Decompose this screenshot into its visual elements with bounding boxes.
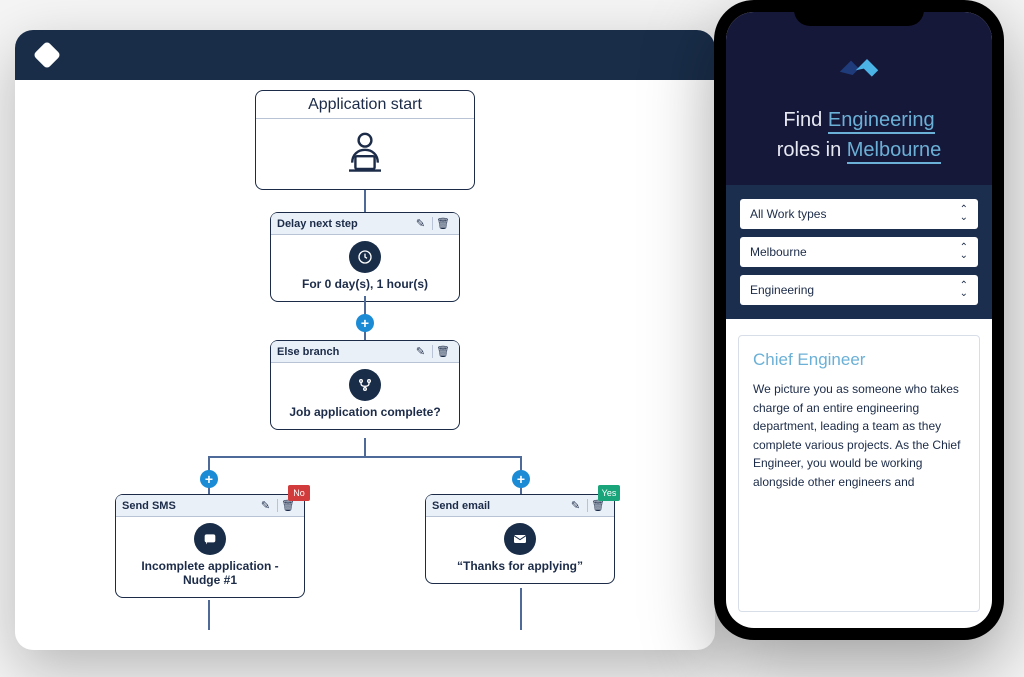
add-step-button[interactable]: + <box>512 470 530 488</box>
email-icon <box>504 523 536 555</box>
job-description: We picture you as someone who takes char… <box>753 380 965 492</box>
hero-highlight-2[interactable]: Melbourne <box>847 139 942 164</box>
job-card[interactable]: Chief Engineer We picture you as someone… <box>738 335 980 612</box>
branch-badge-yes: Yes <box>598 485 620 501</box>
sms-icon <box>194 523 226 555</box>
edit-icon[interactable]: ✎ <box>568 499 583 512</box>
edit-icon[interactable]: ✎ <box>258 499 273 512</box>
delete-icon[interactable]: 🗑 <box>432 345 453 358</box>
node-header: Send email ✎ 🗑 <box>426 495 614 517</box>
filter-bar: All Work types ⌃⌄ Melbourne ⌃⌄ Engineeri… <box>726 185 992 319</box>
workflow-canvas[interactable]: Application start Delay next step ✎ 🗑 <box>15 80 715 650</box>
person-laptop-icon <box>333 125 397 181</box>
connector <box>520 588 522 630</box>
app-logo-icon <box>33 41 61 69</box>
job-title: Chief Engineer <box>753 350 965 370</box>
clock-icon <box>349 241 381 273</box>
node-header-label: Send SMS <box>122 500 176 512</box>
node-body: Job application complete? <box>281 401 448 429</box>
node-application-start[interactable]: Application start <box>255 90 475 190</box>
stepper-icon: ⌃⌄ <box>960 282 968 298</box>
node-branch[interactable]: Else branch ✎ 🗑 Job application complete… <box>270 340 460 430</box>
node-send-email[interactable]: Yes Send email ✎ 🗑 “Thanks for applying” <box>425 494 615 584</box>
location-select[interactable]: Melbourne ⌃⌄ <box>740 237 978 267</box>
stepper-icon: ⌃⌄ <box>960 244 968 260</box>
node-title: Application start <box>256 91 474 119</box>
hero-prefix: Find <box>783 109 827 131</box>
hero-text: Find Engineering roles in Melbourne <box>744 105 974 165</box>
hero-mid: roles in <box>777 139 847 161</box>
node-header-label: Else branch <box>277 346 339 358</box>
hero-section: Find Engineering roles in Melbourne <box>726 12 992 185</box>
edit-icon[interactable]: ✎ <box>413 345 428 358</box>
worktype-select[interactable]: All Work types ⌃⌄ <box>740 199 978 229</box>
node-header: Send SMS ✎ 🗑 <box>116 495 304 517</box>
node-header-label: Send email <box>432 500 490 512</box>
phone-notch <box>794 0 924 26</box>
node-header: Delay next step ✎ 🗑 <box>271 213 459 235</box>
app-header <box>15 30 715 80</box>
node-header: Else branch ✎ 🗑 <box>271 341 459 363</box>
workflow-editor-panel: Application start Delay next step ✎ 🗑 <box>15 30 715 650</box>
select-value: Engineering <box>750 283 814 297</box>
connector <box>208 600 210 630</box>
branch-badge-no: No <box>288 485 310 501</box>
edit-icon[interactable]: ✎ <box>413 217 428 230</box>
node-body: “Thanks for applying” <box>449 555 591 583</box>
connector <box>364 438 366 456</box>
branch-icon <box>349 369 381 401</box>
node-body: Incomplete application - Nudge #1 <box>116 555 304 597</box>
add-step-button[interactable]: + <box>356 314 374 332</box>
category-select[interactable]: Engineering ⌃⌄ <box>740 275 978 305</box>
phone-frame: Find Engineering roles in Melbourne All … <box>714 0 1004 640</box>
brand-logo-icon <box>835 52 883 82</box>
select-value: All Work types <box>750 207 826 221</box>
connector <box>208 456 522 458</box>
node-send-sms[interactable]: No Send SMS ✎ 🗑 Incomplete application -… <box>115 494 305 598</box>
stepper-icon: ⌃⌄ <box>960 206 968 222</box>
hero-highlight-1[interactable]: Engineering <box>828 109 935 134</box>
mobile-app-screen: Find Engineering roles in Melbourne All … <box>726 12 992 628</box>
node-delay[interactable]: Delay next step ✎ 🗑 For 0 day(s), 1 hour… <box>270 212 460 302</box>
select-value: Melbourne <box>750 245 807 259</box>
add-step-button[interactable]: + <box>200 470 218 488</box>
connector <box>364 190 366 212</box>
node-header-label: Delay next step <box>277 218 358 230</box>
delete-icon[interactable]: 🗑 <box>432 217 453 230</box>
